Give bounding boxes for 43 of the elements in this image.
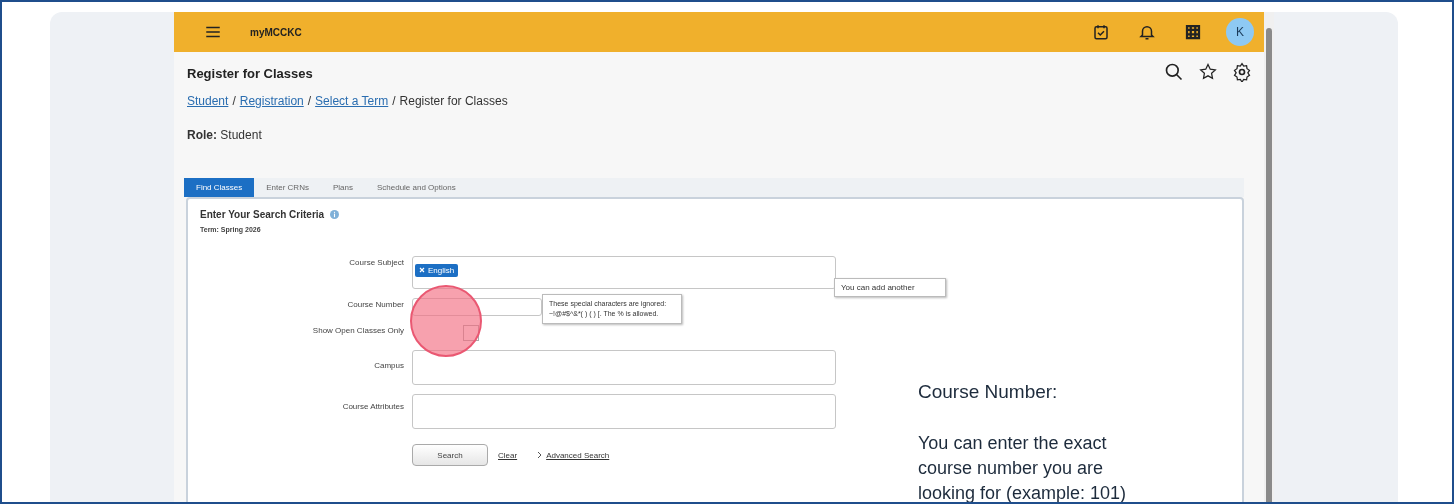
advanced-search-link[interactable]: Advanced Search: [546, 450, 610, 460]
brand-name[interactable]: myMCCKC: [250, 26, 1064, 38]
field-label: Course Number: [346, 299, 404, 309]
help-title: Course Number:: [918, 381, 1059, 403]
course-subject-field[interactable]: English: [412, 256, 836, 289]
search-button[interactable]: Search: [412, 444, 488, 466]
field-label: Course Subject: [348, 257, 404, 267]
chevron-icon: [537, 452, 543, 458]
tab[interactable]: Find Classes: [184, 178, 255, 197]
breadcrumb-current: Register for Classes: [399, 94, 508, 108]
clear-link[interactable]: Clear: [498, 450, 518, 460]
course-attributes-field[interactable]: [412, 394, 836, 429]
breadcrumb-link[interactable]: Select a Term: [315, 94, 389, 108]
subject-chip[interactable]: English: [415, 263, 459, 277]
hint-tooltip: You can add another: [834, 278, 946, 297]
tab[interactable]: Enter CRNs: [254, 178, 321, 197]
bell-icon[interactable]: [1138, 23, 1156, 41]
tab[interactable]: Schedule and Options: [364, 178, 468, 197]
user-avatar[interactable]: K: [1226, 18, 1254, 46]
breadcrumb-link[interactable]: Registration: [239, 94, 304, 108]
course-number-field[interactable]: [412, 298, 542, 316]
help-text: You can enter the exact course number you are looking for (example: 101): [918, 432, 1128, 502]
breadcrumb-link[interactable]: Student: [187, 94, 229, 108]
field-label: Show Open Classes Only: [311, 325, 404, 335]
tab[interactable]: Plans: [320, 178, 365, 197]
remove-icon[interactable]: [419, 267, 425, 273]
scrollbar[interactable]: [1264, 12, 1274, 502]
breadcrumb-separator: /: [307, 94, 312, 108]
breadcrumb-separator: /: [232, 94, 236, 108]
star-icon[interactable]: [1198, 62, 1218, 82]
apps-grid-icon[interactable]: [1184, 23, 1202, 41]
settings-icon[interactable]: [1232, 62, 1252, 82]
open-classes-checkbox[interactable]: [463, 325, 479, 341]
role-text: Role: Student: [187, 128, 263, 142]
click-highlight: [410, 285, 482, 357]
campus-field[interactable]: [412, 350, 836, 385]
page-title: Register for Classes: [187, 66, 314, 81]
field-label: Course Attributes: [341, 401, 404, 411]
search-icon[interactable]: [1164, 62, 1184, 82]
calendar-check-icon[interactable]: [1092, 23, 1110, 41]
breadcrumb-separator: /: [392, 94, 396, 108]
section-heading: Enter Your Search Criteria: [200, 209, 325, 220]
field-label: Campus: [373, 360, 404, 370]
